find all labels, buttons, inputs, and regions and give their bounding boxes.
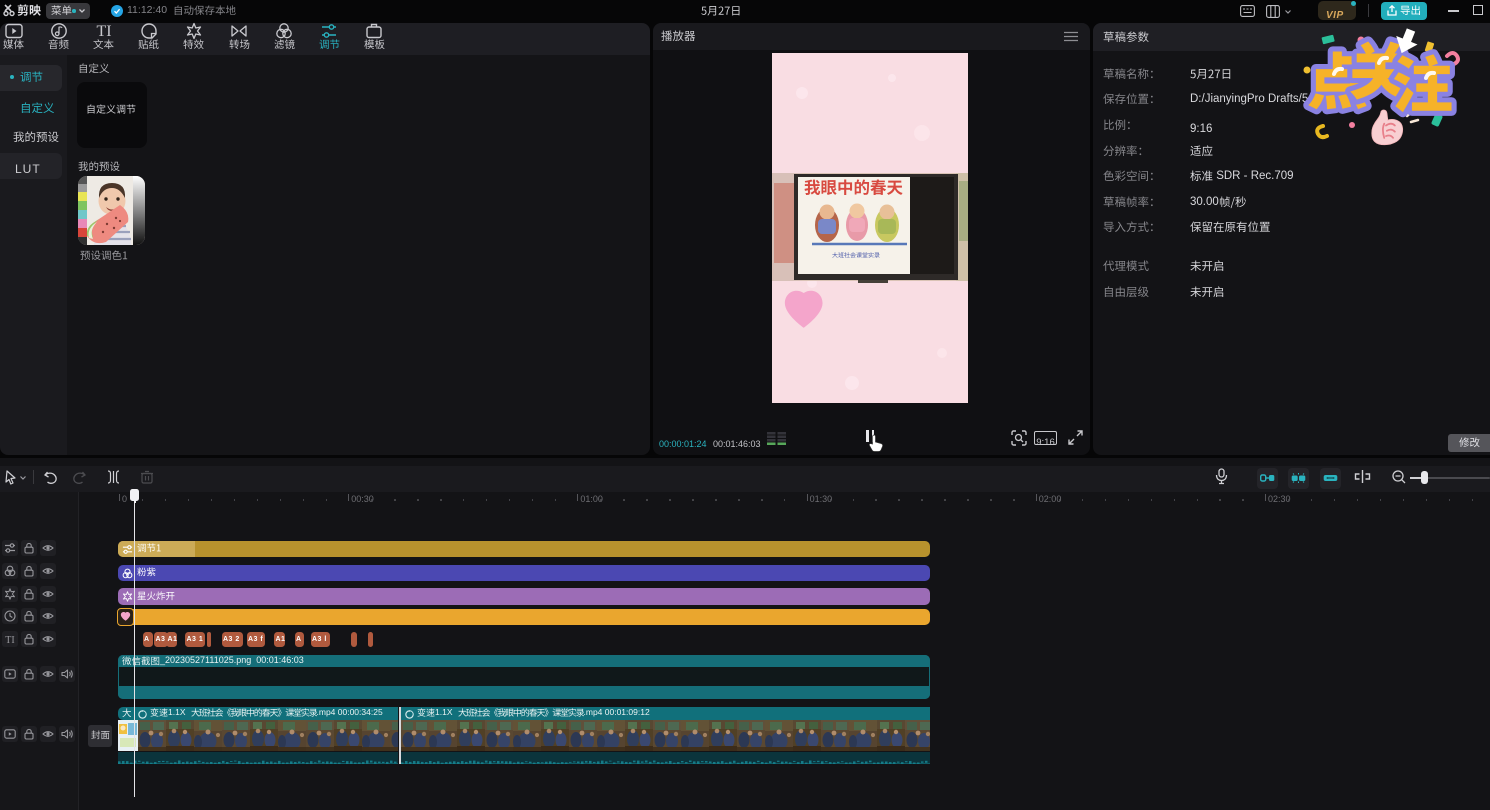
svg-text:TI: TI <box>96 23 111 40</box>
svg-text:TI: TI <box>5 635 14 645</box>
